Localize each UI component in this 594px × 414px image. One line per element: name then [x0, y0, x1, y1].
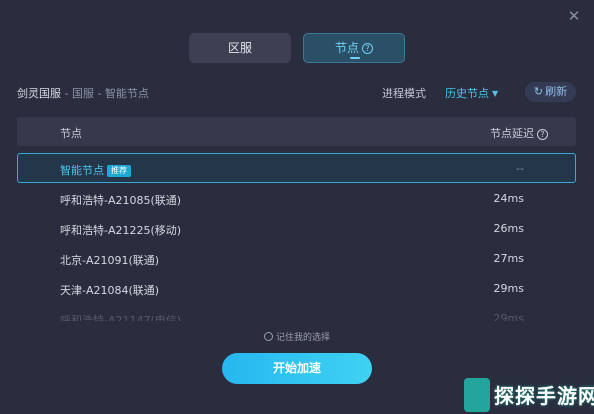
node-list: 智能节点 推荐 -- 呼和浩特-A21085(联通) 24ms 呼和浩特-A212… [17, 153, 576, 321]
process-mode-button[interactable]: 进程模式 [382, 85, 426, 101]
node-name: 北京-A21091(联通) [60, 254, 160, 267]
close-button[interactable]: ✕ [566, 8, 582, 24]
help-icon[interactable]: ? [362, 43, 373, 54]
node-name: 呼和浩特-A21225(移动) [60, 224, 182, 237]
caret-down-icon: ▼ [492, 89, 499, 98]
breadcrumb: 剑灵国服 - 国服 - 智能节点 [17, 85, 149, 101]
history-nodes-dropdown[interactable]: 历史节点 ▼ [445, 85, 498, 101]
header-node: 节点 [60, 127, 82, 140]
header-latency-label: 节点延迟 [490, 127, 534, 140]
node-row[interactable]: 北京-A21091(联通) 27ms [17, 243, 576, 273]
node-row[interactable]: 天津-A21084(联通) 29ms [17, 273, 576, 303]
history-nodes-label: 历史节点 [445, 87, 489, 100]
node-latency: 29ms [493, 312, 524, 321]
watermark-text: 探探手游网 [494, 384, 594, 408]
tab-region[interactable]: 区服 [189, 33, 291, 63]
top-tabs: 区服 节点? [0, 33, 594, 63]
node-row[interactable]: 呼和浩特-A21225(移动) 26ms [17, 213, 576, 243]
node-row-smart[interactable]: 智能节点 推荐 -- [17, 153, 576, 183]
refresh-label: 刷新 [545, 85, 568, 98]
recommended-badge: 推荐 [107, 165, 131, 177]
table-header: 节点 节点延迟? [17, 117, 576, 146]
node-name: 呼和浩特-A21085(联通) [60, 194, 182, 207]
refresh-icon: ↻ [533, 85, 544, 98]
breadcrumb-game: 剑灵国服 [17, 87, 61, 100]
tab-node[interactable]: 节点? [303, 33, 405, 63]
remember-radio[interactable] [263, 332, 273, 341]
refresh-button[interactable]: ↻ 刷新 [525, 82, 576, 102]
node-latency: -- [516, 162, 524, 175]
watermark-logo [464, 378, 490, 412]
node-name: 天津-A21084(联通) [60, 284, 160, 297]
remember-choice[interactable]: 记住我的选择 [0, 330, 594, 343]
node-name-text: 智能节点 [60, 164, 104, 177]
watermark: 探探手游网 [460, 374, 594, 414]
node-name: 智能节点 推荐 [60, 162, 131, 178]
node-row[interactable]: 呼和浩特-A21085(联通) 24ms [17, 183, 576, 213]
node-name: 呼和浩特-A21147(电信) [60, 314, 182, 321]
toolbar: 剑灵国服 - 国服 - 智能节点 进程模式 历史节点 ▼ ↻ 刷新 [0, 82, 594, 102]
help-icon[interactable]: ? [537, 129, 548, 140]
close-icon: ✕ [567, 7, 581, 25]
node-latency: 24ms [493, 192, 524, 205]
active-tab-indicator [350, 57, 360, 59]
node-latency: 27ms [493, 252, 524, 265]
node-row[interactable]: 呼和浩特-A21147(电信) 29ms [17, 303, 576, 321]
node-latency: 26ms [493, 222, 524, 235]
remember-label: 记住我的选择 [275, 333, 330, 343]
node-latency: 29ms [493, 282, 524, 295]
tab-node-label: 节点 [334, 41, 359, 55]
breadcrumb-path: - 国服 - 智能节点 [61, 87, 149, 100]
start-accelerate-button[interactable]: 开始加速 [222, 353, 372, 384]
header-latency: 节点延迟? [490, 125, 548, 141]
